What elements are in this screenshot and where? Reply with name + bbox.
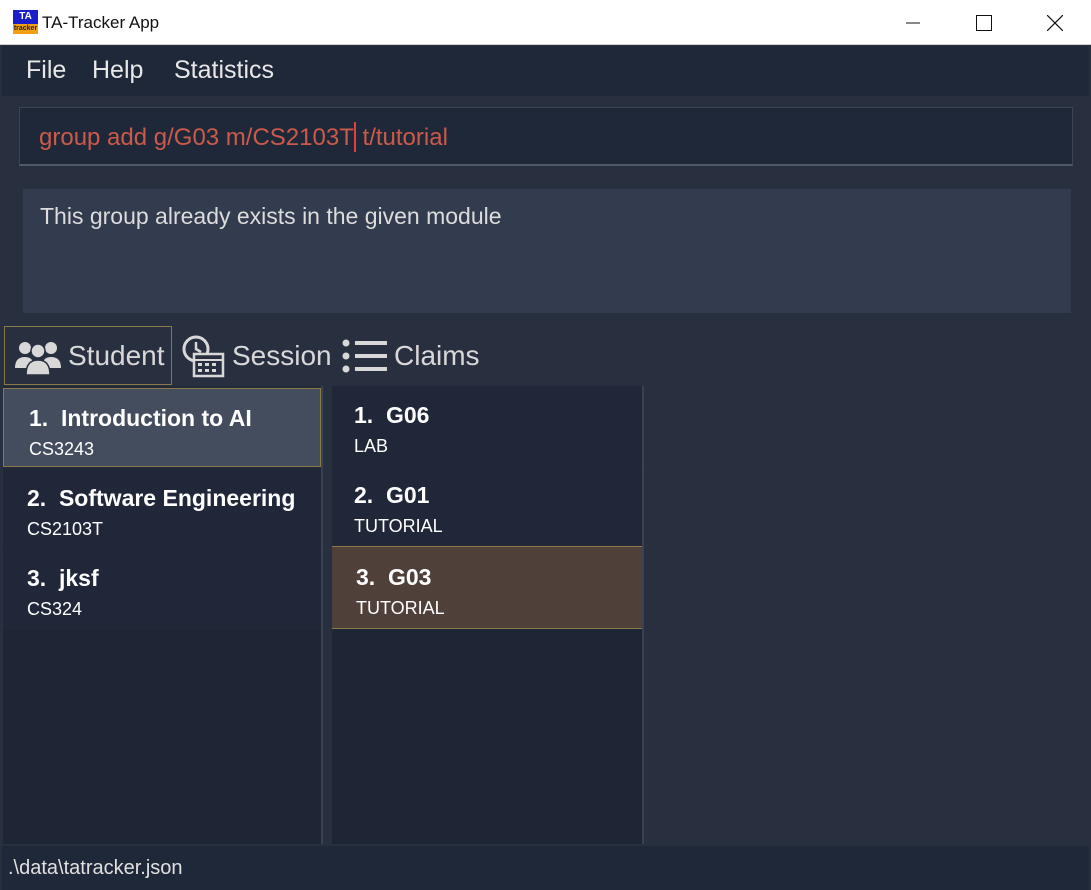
module-card[interactable]: 3. jksf CS324 <box>3 549 321 628</box>
result-display: This group already exists in the given m… <box>23 189 1071 313</box>
data-file-path: .\data\tatracker.json <box>8 857 183 879</box>
tab-session-label: Session <box>232 339 332 371</box>
menu-bar: File Help Statistics <box>2 46 1089 96</box>
module-card[interactable]: 1. Introduction to AI CS3243 <box>3 388 321 467</box>
maximize-icon <box>976 14 992 31</box>
module-list-empty-area <box>3 629 321 844</box>
minimize-button[interactable] <box>890 0 936 45</box>
maximize-button[interactable] <box>961 0 1007 45</box>
app-logo-icon: TA tracker <box>13 10 38 34</box>
group-list-panel: 1. G06 LAB 2. G01 TUTORIAL 3. G03 TUTORI… <box>332 386 644 844</box>
menu-statistics[interactable]: Statistics <box>174 56 274 85</box>
module-title: 3. jksf <box>27 565 99 591</box>
tab-claims-label: Claims <box>394 339 480 371</box>
module-code: CS3243 <box>29 439 95 459</box>
window-title: TA-Tracker App <box>42 13 160 32</box>
group-type: TUTORIAL <box>354 516 443 536</box>
logo-text-top: TA <box>13 10 38 24</box>
status-bar: .\data\tatracker.json <box>2 846 1089 890</box>
people-icon <box>15 341 61 376</box>
list-icon <box>342 339 387 372</box>
minimize-icon <box>906 22 920 23</box>
group-title: 3. G03 <box>356 564 432 590</box>
group-card[interactable]: 2. G01 TUTORIAL <box>332 466 642 545</box>
tab-session[interactable]: Session <box>180 326 332 385</box>
group-list-empty-area <box>332 629 642 844</box>
tab-claims[interactable]: Claims <box>342 326 480 385</box>
group-type: LAB <box>354 436 389 456</box>
close-button[interactable] <box>1032 0 1078 45</box>
menu-help[interactable]: Help <box>92 56 143 85</box>
close-icon <box>1047 14 1063 31</box>
module-title: 1. Introduction to AI <box>29 405 252 431</box>
menu-file[interactable]: File <box>26 56 66 85</box>
group-card[interactable]: 1. G06 LAB <box>332 386 642 465</box>
module-title: 2. Software Engineering <box>27 485 296 511</box>
tab-student-label: Student <box>68 339 165 371</box>
module-code: CS2103T <box>27 519 104 539</box>
module-list-panel: 1. Introduction to AI CS3243 2. Software… <box>3 386 323 844</box>
command-text: group add g/G03 m/CS2103T t/tutorial <box>39 121 448 152</box>
group-title: 2. G01 <box>354 482 430 508</box>
module-card[interactable]: 2. Software Engineering CS2103T <box>3 469 321 548</box>
tab-student[interactable]: Student <box>4 326 172 385</box>
group-type: TUTORIAL <box>356 598 445 618</box>
logo-text-bottom: tracker <box>13 24 38 34</box>
result-message: This group already exists in the given m… <box>40 203 502 229</box>
title-bar: TA tracker TA-Tracker App <box>0 0 1091 45</box>
calendar-clock-icon <box>182 335 225 377</box>
module-code: CS324 <box>27 599 83 619</box>
group-title: 1. G06 <box>354 402 430 428</box>
command-input[interactable]: group add g/G03 m/CS2103T t/tutorial <box>19 107 1073 166</box>
group-card[interactable]: 3. G03 TUTORIAL <box>332 546 642 629</box>
